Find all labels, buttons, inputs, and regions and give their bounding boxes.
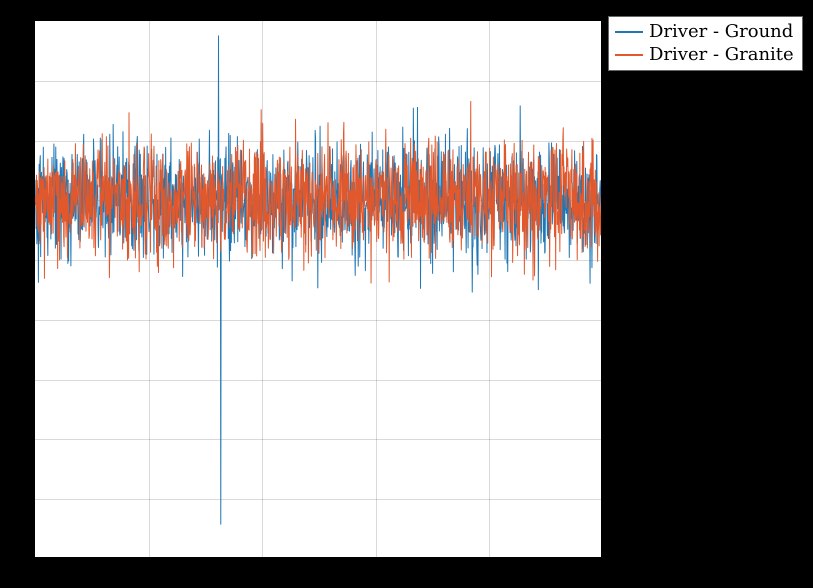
- legend-swatch-icon: [615, 31, 643, 33]
- legend: Driver - Ground Driver - Granite: [608, 16, 803, 71]
- plot-area: [34, 20, 602, 558]
- chart-stage: Driver - Ground Driver - Granite: [0, 0, 813, 588]
- legend-item-granite: Driver - Granite: [615, 44, 794, 67]
- legend-label: Driver - Granite: [649, 44, 794, 67]
- legend-label: Driver - Ground: [649, 21, 793, 44]
- series-driver-granite: [35, 21, 601, 557]
- legend-swatch-icon: [615, 54, 643, 56]
- legend-item-ground: Driver - Ground: [615, 21, 794, 44]
